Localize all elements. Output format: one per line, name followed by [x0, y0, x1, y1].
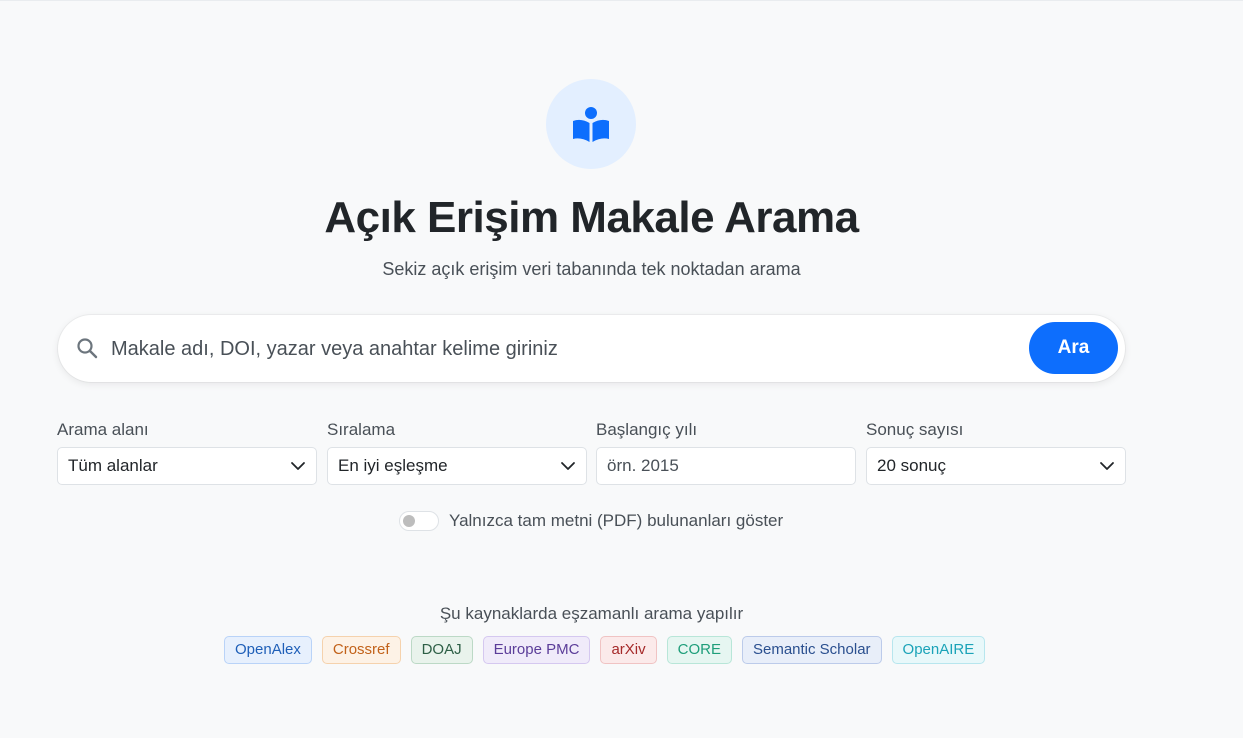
search-input[interactable]: [111, 333, 1011, 365]
pdf-only-toggle-row: Yalnızca tam metni (PDF) bulunanları gös…: [399, 511, 783, 531]
filter-sort: Sıralama En iyi eşleşme: [327, 419, 587, 485]
search-icon: [77, 338, 98, 359]
chevron-down-icon: [1100, 462, 1114, 470]
search-button[interactable]: Ara: [1029, 322, 1118, 374]
source-badge: OpenAlex: [224, 636, 312, 664]
page-title: Açık Erişim Makale Arama: [324, 193, 859, 242]
select-value: Tüm alanlar: [68, 456, 158, 475]
page-subtitle: Sekiz açık erişim veri tabanında tek nok…: [382, 259, 801, 279]
search-bar: Ara: [58, 315, 1125, 382]
filter-search-field: Arama alanı Tüm alanlar: [57, 419, 317, 485]
toggle-knob: [403, 515, 415, 527]
sort-select[interactable]: En iyi eşleşme: [327, 447, 587, 485]
source-badge: arXiv: [600, 636, 657, 664]
search-field-select[interactable]: Tüm alanlar: [57, 447, 317, 485]
chevron-down-icon: [561, 462, 575, 470]
filter-label: Sonuç sayısı: [866, 420, 964, 439]
select-value: 20 sonuç: [877, 456, 946, 475]
filter-label: Arama alanı: [57, 420, 149, 439]
source-badge: Crossref: [321, 636, 401, 664]
filter-label: Başlangıç yılı: [596, 420, 698, 439]
filter-label: Sıralama: [327, 420, 396, 439]
select-value: En iyi eşleşme: [338, 456, 448, 475]
start-year-field-wrapper: [596, 447, 856, 485]
source-badges: OpenAlex Crossref DOAJ Europe PMC arXiv CORE S…: [224, 636, 986, 664]
source-badge: OpenAIRE: [891, 636, 986, 664]
pdf-only-toggle[interactable]: [399, 511, 439, 531]
pdf-only-toggle-label[interactable]: Yalnızca tam metni (PDF) bulunanları gös…: [449, 511, 783, 531]
sources-title: Şu kaynaklarda eşzamanlı arama yapılır: [439, 604, 744, 623]
reader-book-icon: [573, 107, 609, 142]
result-count-select[interactable]: 20 sonuç: [866, 447, 1126, 485]
source-badge: CORE: [666, 636, 732, 664]
logo-badge: [546, 79, 636, 169]
source-badge: DOAJ: [410, 636, 473, 664]
filter-result-count: Sonuç sayısı 20 sonuç: [866, 419, 1126, 485]
source-badge: Europe PMC: [482, 636, 591, 664]
source-badge: Semantic Scholar: [741, 636, 882, 664]
start-year-input[interactable]: [607, 456, 845, 476]
filter-start-year: Başlangıç yılı: [596, 419, 856, 485]
chevron-down-icon: [291, 462, 305, 470]
